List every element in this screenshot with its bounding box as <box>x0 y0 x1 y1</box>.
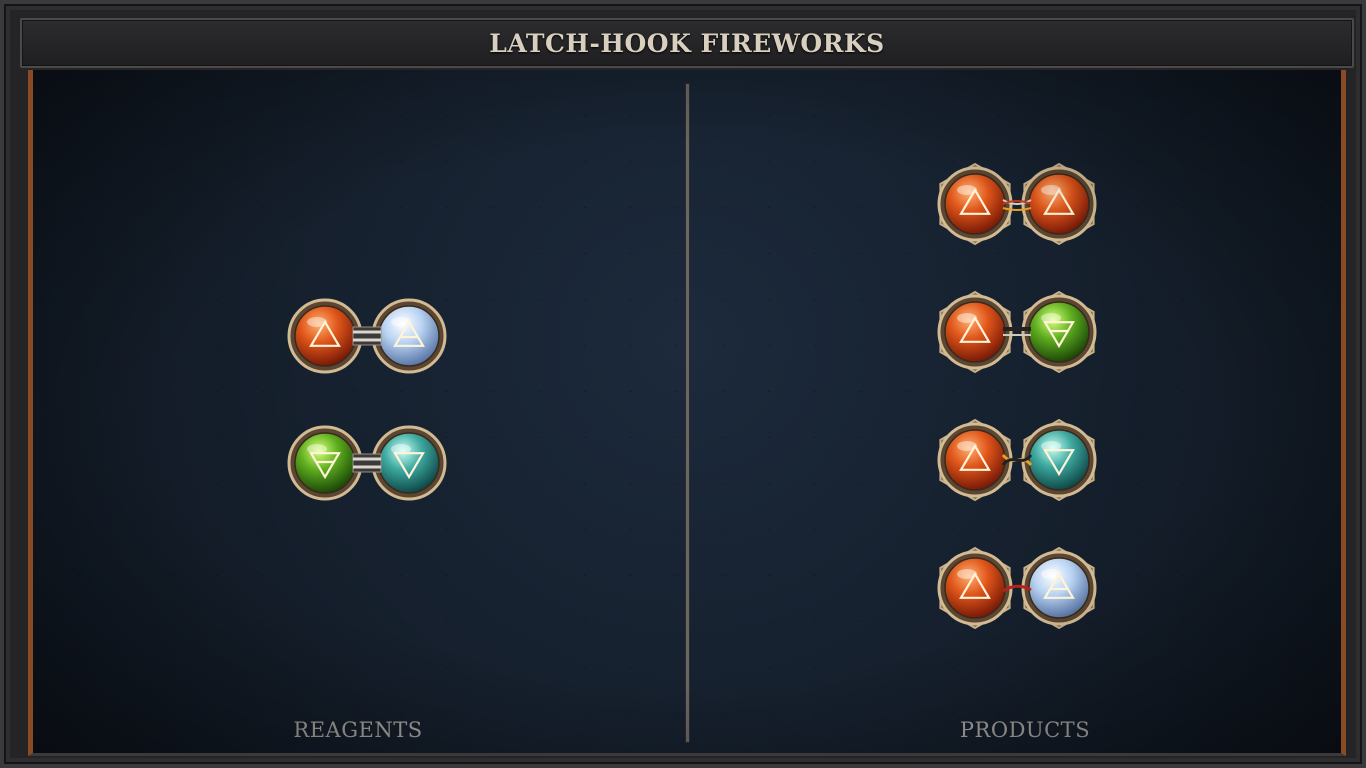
fire-atom[interactable] <box>937 290 1013 374</box>
earth-atom[interactable] <box>1021 290 1097 374</box>
bond[interactable] <box>352 326 382 346</box>
reagent-molecule-1[interactable] <box>285 291 449 381</box>
air-atom[interactable] <box>371 298 447 374</box>
section-divider <box>686 84 689 742</box>
product-molecule-4[interactable] <box>935 543 1099 633</box>
fire-atom[interactable] <box>937 162 1013 246</box>
products-label: PRODUCTS <box>959 718 1091 742</box>
fire-atom[interactable] <box>1021 162 1097 246</box>
bond[interactable] <box>352 453 382 473</box>
fire-atom[interactable] <box>287 298 363 374</box>
reagents-label: REAGENTS <box>293 718 423 742</box>
earth-atom[interactable] <box>287 425 363 501</box>
reagent-molecule-2[interactable] <box>285 418 449 508</box>
air-atom[interactable] <box>1021 546 1097 630</box>
product-molecule-3[interactable] <box>935 415 1099 505</box>
fire-atom[interactable] <box>937 546 1013 630</box>
title-bar: LATCH-HOOK FIREWORKS <box>20 18 1354 68</box>
puzzle-board: REAGENTS PRODUCTS <box>28 70 1346 756</box>
water-atom[interactable] <box>1021 418 1097 502</box>
product-molecule-2[interactable] <box>935 287 1099 377</box>
product-molecule-1[interactable] <box>935 159 1099 249</box>
water-atom[interactable] <box>371 425 447 501</box>
game-window: LATCH-HOOK FIREWORKS REAGENTS PRODUCTS <box>0 0 1366 768</box>
fire-atom[interactable] <box>937 418 1013 502</box>
puzzle-title: LATCH-HOOK FIREWORKS <box>489 29 885 58</box>
